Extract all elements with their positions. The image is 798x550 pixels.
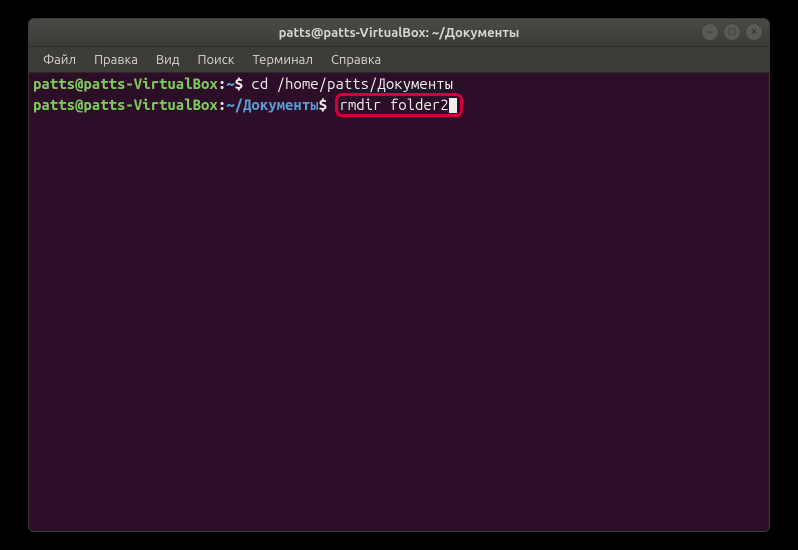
prompt-user-host: patts@patts-VirtualBox — [33, 75, 218, 92]
maximize-button[interactable]: □ — [723, 23, 741, 41]
command-text: cd /home/patts/Документы — [243, 75, 453, 92]
menu-help[interactable]: Справка — [323, 50, 389, 70]
close-button[interactable]: × — [745, 23, 763, 41]
window-controls: – □ × — [701, 23, 763, 41]
prompt-separator: : — [218, 75, 226, 92]
menu-search[interactable]: Поиск — [189, 50, 242, 70]
menu-view[interactable]: Вид — [148, 50, 188, 70]
terminal-body[interactable]: patts@patts-VirtualBox:~$ cd /home/patts… — [29, 73, 769, 531]
prompt-path: ~ — [226, 75, 234, 92]
close-icon: × — [751, 26, 757, 38]
terminal-line: patts@patts-VirtualBox:~$ cd /home/patts… — [33, 75, 765, 93]
menu-edit[interactable]: Правка — [86, 50, 146, 70]
prompt-symbol: $ — [319, 96, 327, 113]
terminal-cursor — [449, 98, 457, 113]
command-text: rmdir folder2 — [327, 96, 463, 113]
terminal-line: patts@patts-VirtualBox:~/Документы$ rmdi… — [33, 93, 765, 117]
menu-terminal[interactable]: Терминал — [244, 50, 320, 70]
highlighted-command: rmdir folder2 — [339, 96, 448, 113]
prompt-user-host: patts@patts-VirtualBox — [33, 96, 218, 113]
prompt-path: ~/Документы — [226, 96, 318, 113]
menu-file[interactable]: Файл — [35, 50, 84, 70]
maximize-icon: □ — [729, 26, 736, 38]
command-highlight: rmdir folder2 — [335, 93, 462, 117]
titlebar: patts@patts-VirtualBox: ~/Документы – □ … — [29, 19, 769, 47]
menubar: Файл Правка Вид Поиск Терминал Справка — [29, 47, 769, 73]
terminal-window: patts@patts-VirtualBox: ~/Документы – □ … — [28, 18, 770, 532]
minimize-icon: – — [707, 26, 713, 38]
minimize-button[interactable]: – — [701, 23, 719, 41]
prompt-symbol: $ — [235, 75, 243, 92]
window-title: patts@patts-VirtualBox: ~/Документы — [279, 26, 520, 40]
prompt-separator: : — [218, 96, 226, 113]
